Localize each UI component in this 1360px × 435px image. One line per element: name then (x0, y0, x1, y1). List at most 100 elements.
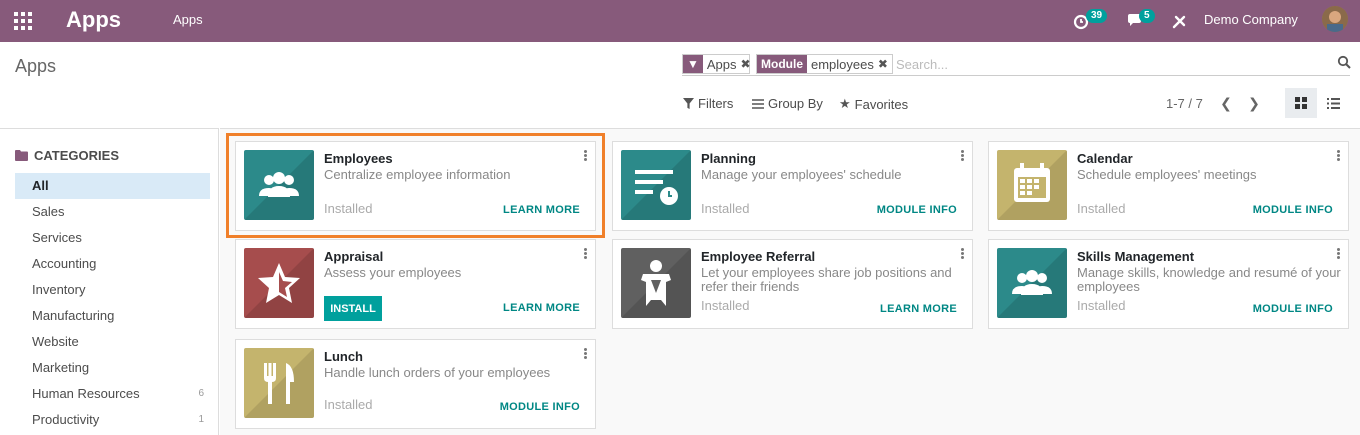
app-summary: Let your employees share job positions a… (701, 265, 952, 294)
category-label: Manufacturing (32, 308, 115, 323)
app-title: Apps (66, 7, 121, 32)
app-card-planning[interactable]: Planning Manage your employees' schedule… (612, 141, 973, 231)
app-card-lunch[interactable]: Lunch Handle lunch orders of your employ… (235, 339, 596, 429)
app-title: Employee Referral (701, 249, 816, 264)
company-switcher[interactable]: Demo Company (1204, 12, 1298, 27)
app-title: Appraisal (324, 249, 384, 264)
category-services[interactable]: Services (15, 225, 210, 251)
category-label: All (32, 178, 49, 193)
app-summary: Assess your employees (324, 265, 462, 280)
app-card-calendar[interactable]: Calendar Schedule employees' meetings In… (988, 141, 1349, 231)
app-summary: Manage skills, knowledge and resumé of y… (1077, 265, 1341, 294)
top-navbar: Apps Apps 39 5 Demo Company (0, 0, 1360, 42)
app-status: Installed (1077, 201, 1126, 216)
category-human-resources[interactable]: Human Resources 6 (15, 381, 210, 407)
module-info-link[interactable]: MODULE INFO (1253, 204, 1333, 216)
category-label: Sales (32, 204, 65, 219)
remove-facet-icon[interactable]: ✖ (741, 57, 755, 71)
card-menu-icon[interactable] (1337, 248, 1341, 260)
activity-badge: 39 (1086, 9, 1108, 23)
category-label: Accounting (32, 256, 97, 271)
referral-icon (621, 248, 691, 318)
facet-tag: Module (757, 55, 807, 73)
learn-more-link[interactable]: LEARN MORE (880, 303, 957, 315)
facet-value: Apps (706, 56, 737, 72)
app-summary: Schedule employees' meetings (1077, 167, 1257, 182)
category-count: 1 (198, 414, 204, 425)
app-status: Installed (1077, 298, 1126, 313)
planning-icon (621, 150, 691, 220)
category-label: Services (32, 230, 82, 245)
groupby-label: Group By (768, 96, 823, 111)
app-title: Employees (324, 151, 393, 166)
category-label: Website (32, 334, 79, 349)
card-menu-icon[interactable] (961, 248, 965, 260)
app-menu-icon[interactable] (14, 12, 32, 30)
app-card-employee-referral[interactable]: Employee Referral Let your employees sha… (612, 239, 973, 329)
facet-module: Module employees ✖ (756, 54, 893, 74)
pager-previous-icon[interactable]: ❮ (1219, 95, 1233, 111)
module-info-link[interactable]: MODULE INFO (877, 204, 957, 216)
groupby-button[interactable]: Group By (752, 96, 823, 111)
app-title: Calendar (1077, 151, 1133, 166)
app-card-appraisal[interactable]: Appraisal Assess your employees INSTALL … (235, 239, 596, 329)
learn-more-link[interactable]: LEARN MORE (503, 302, 580, 314)
search-input[interactable] (896, 55, 1316, 73)
employees-icon (997, 248, 1067, 318)
search-icon[interactable] (1337, 55, 1351, 69)
pager-value[interactable]: 1-7 / 7 (1166, 96, 1203, 111)
category-marketing[interactable]: Marketing (15, 355, 210, 381)
install-button[interactable]: INSTALL (324, 296, 382, 321)
categories-title: CATEGORIES (34, 148, 119, 163)
list-icon (752, 98, 764, 109)
menu-apps[interactable]: Apps (173, 12, 203, 27)
app-card-employees[interactable]: Employees Centralize employee informatio… (235, 141, 596, 231)
card-menu-icon[interactable] (584, 248, 588, 260)
categories-header: CATEGORIES (15, 148, 119, 163)
category-manufacturing[interactable]: Manufacturing (15, 303, 210, 329)
category-sidebar: CATEGORIES All Sales Services Accounting… (0, 128, 219, 435)
card-menu-icon[interactable] (961, 150, 965, 162)
calendar-icon (997, 150, 1067, 220)
employees-icon (244, 150, 314, 220)
card-menu-icon[interactable] (1337, 150, 1341, 162)
breadcrumb: Apps (15, 56, 57, 76)
module-info-link[interactable]: MODULE INFO (1253, 303, 1333, 315)
app-summary: Manage your employees' schedule (701, 167, 902, 182)
star-icon: ★ (839, 96, 851, 111)
favorites-button[interactable]: ★ Favorites (839, 96, 908, 112)
kanban-view-button[interactable] (1285, 88, 1317, 118)
app-status: Installed (701, 298, 750, 313)
list-view-button[interactable] (1317, 88, 1349, 118)
filters-button[interactable]: Filters (683, 96, 733, 111)
category-website[interactable]: Website (15, 329, 210, 355)
category-label: Productivity (32, 412, 100, 427)
favorites-label: Favorites (854, 96, 909, 112)
filter-icon: ▼ (683, 55, 703, 73)
category-productivity[interactable]: Productivity 1 (15, 407, 210, 433)
user-avatar[interactable] (1322, 6, 1348, 32)
learn-more-link[interactable]: LEARN MORE (503, 204, 580, 216)
cutlery-icon (244, 348, 314, 418)
app-title: Skills Management (1077, 249, 1195, 264)
category-sales[interactable]: Sales (15, 199, 210, 225)
tools-icon[interactable] (1170, 11, 1190, 31)
module-info-link[interactable]: MODULE INFO (500, 401, 580, 413)
category-inventory[interactable]: Inventory (15, 277, 210, 303)
list-icon (1326, 97, 1340, 109)
app-title: Lunch (324, 349, 363, 364)
category-all[interactable]: All (15, 173, 210, 199)
filter-icon (683, 98, 694, 109)
app-card-skills-management[interactable]: Skills Management Manage skills, knowled… (988, 239, 1349, 329)
pager-next-icon[interactable]: ❯ (1247, 95, 1261, 111)
messages-badge: 5 (1139, 9, 1155, 23)
card-menu-icon[interactable] (584, 348, 588, 360)
app-summary: Handle lunch orders of your employees (324, 365, 551, 380)
category-label: Inventory (32, 282, 86, 297)
card-menu-icon[interactable] (584, 150, 588, 162)
facet-value: employees (811, 56, 874, 72)
kanban-area: Employees Centralize employee informatio… (220, 128, 1360, 435)
filters-label: Filters (698, 96, 734, 111)
category-accounting[interactable]: Accounting (15, 251, 210, 277)
remove-facet-icon[interactable]: ✖ (878, 57, 892, 71)
